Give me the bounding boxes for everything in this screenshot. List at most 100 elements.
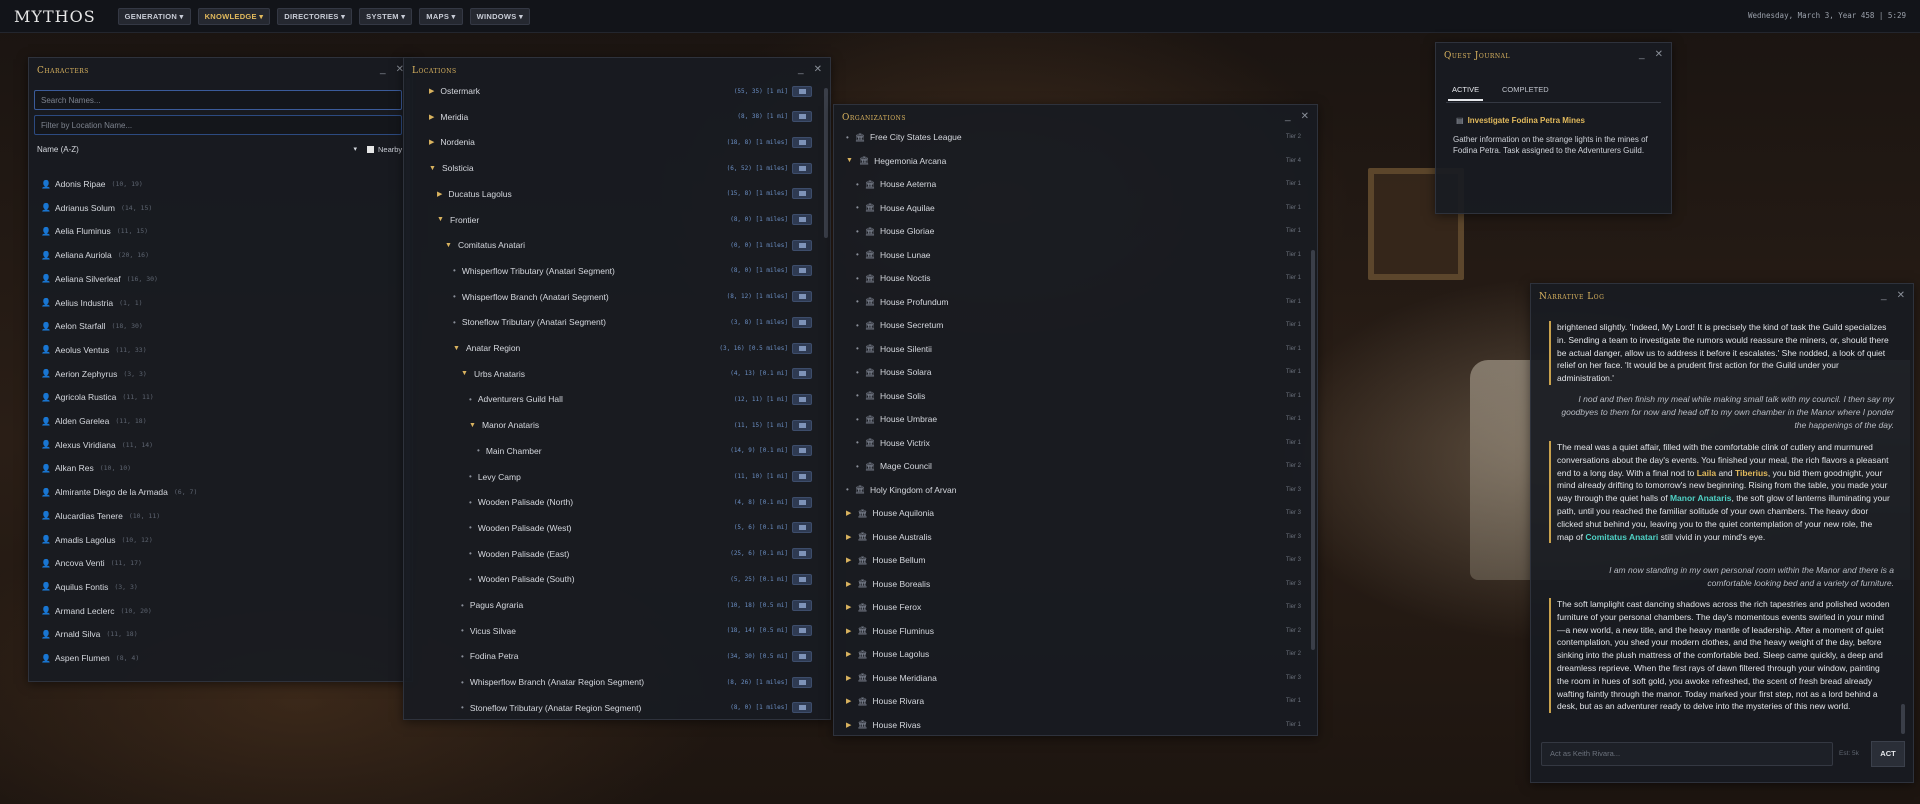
minimize-icon[interactable]: _ — [798, 64, 804, 75]
character-row[interactable]: 👤 Aelius Industria (1, 1) — [29, 293, 412, 313]
location-link[interactable]: Comitatus Anatari — [1585, 532, 1658, 542]
map-icon[interactable] — [792, 496, 812, 508]
map-icon[interactable] — [792, 188, 812, 200]
expand-icon[interactable]: ▶ — [437, 190, 442, 198]
location-row[interactable]: ▶ Meridia (8, 38) [1 mi] — [404, 107, 830, 127]
map-icon[interactable] — [792, 316, 812, 328]
organization-row[interactable]: • 🏛 House Profundum Tier 1 — [834, 292, 1317, 312]
location-row[interactable]: • Vicus Silvae (18, 14) [0.5 mi] — [404, 621, 830, 641]
map-icon[interactable] — [792, 599, 812, 611]
menu-windows[interactable]: WINDOWS ▾ — [469, 7, 531, 25]
organization-row[interactable]: • 🏛 House Gloriae Tier 1 — [834, 221, 1317, 241]
expand-icon[interactable]: ▶ — [846, 650, 851, 658]
expand-icon[interactable]: ▶ — [846, 697, 851, 705]
location-row[interactable]: • Whisperflow Branch (Anatari Segment) (8,… — [404, 287, 830, 307]
search-names-input[interactable]: Search Names... — [34, 90, 402, 110]
organization-row[interactable]: ▶ 🏛 House Australis Tier 3 — [834, 527, 1317, 547]
location-row[interactable]: • Pagus Agraria (10, 18) [0.5 mi] — [404, 595, 830, 615]
collapse-icon[interactable]: ▼ — [461, 370, 468, 377]
organization-row[interactable]: • 🏛 House Silentii Tier 1 — [834, 339, 1317, 359]
sort-select[interactable]: Name (A-Z) ▾ — [37, 145, 357, 154]
character-row[interactable]: 👤 Aeolus Ventus (11, 33) — [29, 340, 412, 360]
organization-row[interactable]: ▶ 🏛 House Borealis Tier 3 — [834, 574, 1317, 594]
close-icon[interactable]: ✕ — [1655, 49, 1663, 60]
location-row[interactable]: • Wooden Palisade (North) (4, 8) [0.1 mi] — [404, 492, 830, 512]
character-link[interactable]: Laila — [1697, 468, 1716, 478]
organization-row[interactable]: • 🏛 Holy Kingdom of Arvan Tier 3 — [834, 480, 1317, 500]
expand-icon[interactable]: ▶ — [846, 580, 851, 588]
expand-icon[interactable]: ▶ — [429, 138, 434, 146]
map-icon[interactable] — [792, 214, 812, 225]
organization-row[interactable]: ▶ 🏛 House Meridiana Tier 3 — [834, 668, 1317, 688]
character-row[interactable]: 👤 Alkan Res (10, 10) — [29, 458, 412, 478]
minimize-icon[interactable]: _ — [1881, 290, 1887, 301]
location-row[interactable]: • Adventurers Guild Hall (12, 11) [1 mi] — [404, 389, 830, 409]
map-icon[interactable] — [792, 393, 812, 405]
collapse-icon[interactable]: ▼ — [469, 422, 476, 429]
map-icon[interactable] — [792, 573, 812, 585]
expand-icon[interactable]: ▶ — [846, 533, 851, 541]
character-row[interactable]: 👤 Aelon Starfall (18, 30) — [29, 316, 412, 336]
collapse-icon[interactable]: ▼ — [453, 345, 460, 352]
map-icon[interactable] — [792, 522, 812, 534]
organization-row[interactable]: ▶ 🏛 House Bellum Tier 3 — [834, 550, 1317, 570]
location-row[interactable]: ▼ Manor Anataris (11, 15) [1 mi] — [404, 415, 830, 435]
map-icon[interactable] — [792, 162, 812, 174]
location-row[interactable]: • Main Chamber (14, 9) [0.1 mi] — [404, 441, 830, 461]
organization-row[interactable]: ▶ 🏛 House Lagolus Tier 2 — [834, 644, 1317, 664]
location-row[interactable]: • Stoneflow Tributary (Anatari Segment) (3… — [404, 312, 830, 332]
organization-row[interactable]: ▶ 🏛 House Rivas Tier 1 — [834, 715, 1317, 735]
menu-maps[interactable]: MAPS ▾ — [419, 7, 463, 25]
character-row[interactable]: 👤 Aelia Fluminus (11, 15) — [29, 221, 412, 241]
location-row[interactable]: ▼ Urbs Anataris (4, 13) [0.1 mi] — [404, 364, 830, 384]
organization-row[interactable]: • 🏛 House Solara Tier 1 — [834, 362, 1317, 382]
quest-item[interactable]: ▤ Investigate Fodina Petra Mines — [1456, 116, 1585, 125]
location-row[interactable]: ▼ Anatar Region (3, 16) [0.5 miles] — [404, 338, 830, 358]
character-row[interactable]: 👤 Aspen Flumen (8, 4) — [29, 648, 412, 668]
minimize-icon[interactable]: _ — [1639, 49, 1645, 60]
map-icon[interactable] — [792, 625, 812, 637]
organization-row[interactable]: ▶ 🏛 House Rivara Tier 1 — [834, 691, 1317, 711]
character-row[interactable]: 👤 Almirante Diego de la Armada (6, 7) — [29, 482, 412, 502]
organization-row[interactable]: • 🏛 House Umbrae Tier 1 — [834, 409, 1317, 429]
organization-row[interactable]: ▶ 🏛 House Fluminus Tier 2 — [834, 621, 1317, 641]
map-icon[interactable] — [792, 471, 812, 482]
location-row[interactable]: • Stoneflow Tributary (Anatar Region Segm… — [404, 698, 830, 718]
character-row[interactable]: 👤 Amadis Lagolus (10, 12) — [29, 530, 412, 550]
scrollbar-thumb[interactable] — [824, 88, 828, 238]
checkbox-box[interactable] — [367, 146, 374, 153]
minimize-icon[interactable]: _ — [380, 64, 386, 75]
collapse-icon[interactable]: ▼ — [445, 242, 452, 249]
organization-row[interactable]: • 🏛 House Lunae Tier 1 — [834, 245, 1317, 265]
expand-icon[interactable]: ▶ — [846, 674, 851, 682]
map-icon[interactable] — [792, 291, 812, 303]
map-icon[interactable] — [792, 368, 812, 380]
character-row[interactable]: 👤 Aerion Zephyrus (3, 3) — [29, 364, 412, 384]
collapse-icon[interactable]: ▼ — [437, 216, 444, 223]
expand-icon[interactable]: ▶ — [429, 113, 434, 121]
expand-icon[interactable]: ▶ — [429, 87, 434, 95]
character-row[interactable]: 👤 Agricola Rustica (11, 11) — [29, 387, 412, 407]
location-row[interactable]: ▼ Comitatus Anatari (0, 0) [1 miles] — [404, 235, 830, 255]
map-icon[interactable] — [792, 111, 812, 123]
organization-row[interactable]: • 🏛 House Victrix Tier 1 — [834, 433, 1317, 453]
scrollbar-thumb[interactable] — [1901, 704, 1905, 734]
character-link[interactable]: Tiberius — [1735, 468, 1768, 478]
nearby-checkbox[interactable]: Nearby — [367, 145, 402, 154]
location-row[interactable]: • Wooden Palisade (South) (5, 25) [0.1 mi] — [404, 569, 830, 589]
organization-row[interactable]: • 🏛 Free City States League Tier 2 — [834, 127, 1317, 147]
organization-row[interactable]: • 🏛 House Noctis Tier 1 — [834, 268, 1317, 288]
close-icon[interactable]: ✕ — [814, 64, 822, 75]
map-icon[interactable] — [792, 650, 812, 662]
menu-system[interactable]: SYSTEM ▾ — [359, 7, 413, 25]
map-icon[interactable] — [792, 419, 812, 431]
map-icon[interactable] — [792, 265, 812, 277]
action-input[interactable]: Act as Keith Rivara... — [1541, 742, 1833, 766]
location-row[interactable]: • Whisperflow Tributary (Anatari Segment)… — [404, 261, 830, 281]
organization-row[interactable]: • 🏛 House Secretum Tier 1 — [834, 315, 1317, 335]
expand-icon[interactable]: ▶ — [846, 509, 851, 517]
location-row[interactable]: ▶ Nordenia (18, 8) [1 miles] — [404, 132, 830, 152]
location-row[interactable]: ▼ Frontier (8, 0) [1 miles] — [404, 210, 830, 230]
location-row[interactable]: • Fodina Petra (34, 30) [0.5 mi] — [404, 646, 830, 666]
close-icon[interactable]: ✕ — [1301, 111, 1309, 122]
